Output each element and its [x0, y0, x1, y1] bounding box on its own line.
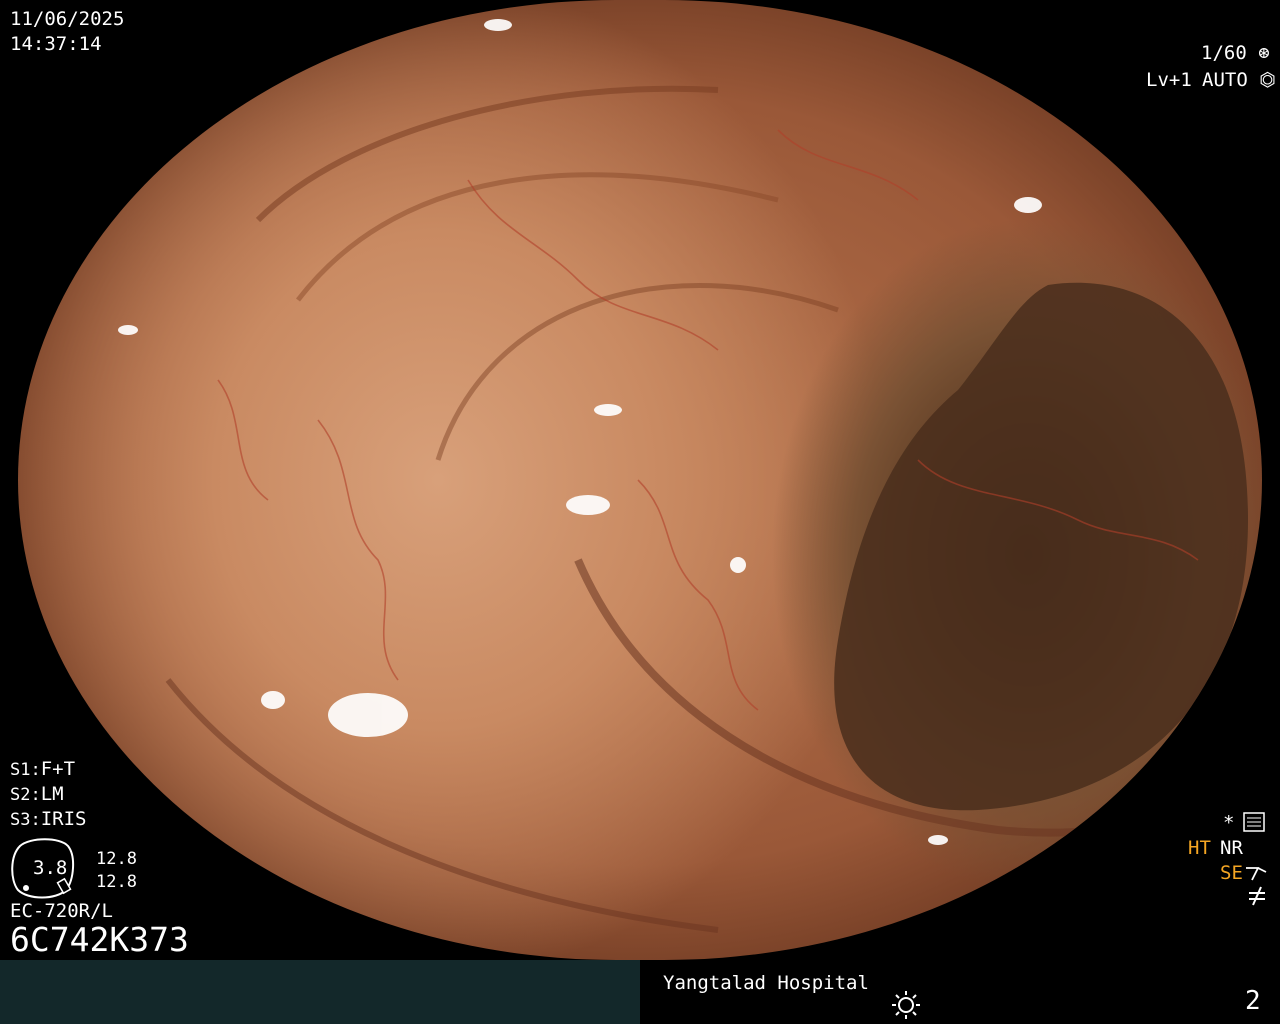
page-number: 2	[1245, 986, 1261, 1016]
time-label: 14:37:14	[10, 33, 102, 55]
iris-icon: ⏣	[1259, 69, 1276, 91]
menu-list-icon	[1243, 812, 1265, 836]
setting-s3-value: IRIS	[40, 808, 87, 830]
setting-s3: S3:IRIS	[10, 808, 86, 831]
shutter-speed: 1/60 ⊛	[1201, 42, 1270, 64]
indicator-asterisk: *	[1223, 812, 1235, 834]
setting-s3-key: S3:	[10, 810, 41, 830]
not-equal-icon	[1246, 885, 1268, 911]
setting-s1-key: S1:	[10, 760, 41, 780]
shutter-speed-value: 1/60	[1201, 42, 1247, 64]
endoscope-view	[18, 0, 1262, 960]
date-label: 11/06/2025	[10, 8, 125, 30]
gauge-value: 3.8	[33, 857, 68, 879]
structure-enhance-icon	[1244, 862, 1268, 886]
mucosa-illustration	[118, 19, 1248, 933]
gauge-upper-value: 12.8	[96, 849, 137, 869]
insertion-gauge: 3.8 12.8 12.8	[10, 838, 137, 904]
shutter-icon: ⊛	[1258, 42, 1270, 64]
iris-mode-value: AUTO	[1202, 69, 1248, 91]
scope-model: EC-720R/L	[10, 900, 113, 922]
setting-s1: S1:F+T	[10, 758, 75, 781]
hospital-name: Yangtalad Hospital	[663, 972, 869, 994]
serial-number: 6C742K373	[10, 920, 189, 959]
setting-s2-value: LM	[40, 783, 64, 805]
setting-s2: S2:LM	[10, 783, 64, 806]
indicator-ht: HT	[1188, 837, 1211, 859]
sun-icon	[890, 990, 922, 1024]
setting-s1-value: F+T	[40, 758, 76, 780]
indicator-nr: NR	[1220, 837, 1243, 859]
gauge-lower-value: 12.8	[96, 872, 137, 892]
setting-s2-key: S2:	[10, 785, 41, 805]
iris-mode: AUTO ⏣	[1202, 69, 1276, 91]
light-level: Lv+1	[1146, 69, 1192, 91]
indicator-se: SE	[1220, 862, 1243, 884]
